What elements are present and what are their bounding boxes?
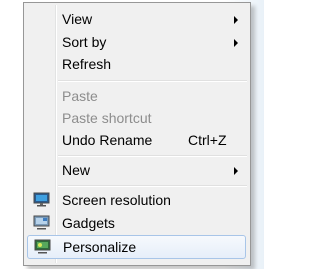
gadgets-icon [33, 215, 50, 230]
menu-item-sort-by[interactable]: Sort by [27, 31, 246, 53]
submenu-arrow-icon [234, 39, 238, 47]
menu-item-label: New [62, 162, 91, 178]
menu-item-label: Personalize [63, 239, 137, 255]
menu-item-screen-resolution[interactable]: Screen resolution [27, 189, 246, 211]
keyboard-shortcut: Ctrl+Z [188, 132, 227, 148]
menu-item-undo-rename[interactable]: Undo Rename Ctrl+Z [27, 129, 246, 151]
menu-item-label: Gadgets [62, 215, 115, 231]
menu-item-paste-shortcut[interactable]: Paste shortcut [27, 107, 246, 129]
menu-item-view[interactable]: View [27, 8, 246, 30]
menu-item-label: Paste [62, 88, 98, 104]
menu-item-new[interactable]: New [27, 159, 246, 181]
menu-separator [58, 185, 247, 187]
menu-item-label: Refresh [62, 56, 112, 72]
menu-item-gadgets[interactable]: Gadgets [27, 212, 246, 234]
menu-item-label: View [62, 11, 93, 27]
menu-item-label: Sort by [62, 34, 107, 50]
desktop-context-menu: View Sort by Refresh Paste Paste shortcu… [23, 2, 251, 266]
menu-item-label: Paste shortcut [62, 110, 152, 126]
menu-item-label: Screen resolution [62, 192, 171, 208]
personalize-icon [34, 239, 51, 254]
menu-separator [58, 155, 247, 157]
submenu-arrow-icon [234, 167, 238, 175]
menu-item-personalize[interactable]: Personalize [27, 235, 246, 259]
menu-item-label: Undo Rename [62, 132, 153, 148]
menu-item-paste[interactable]: Paste [27, 85, 246, 107]
monitor-icon [33, 192, 50, 207]
menu-separator [58, 80, 247, 82]
submenu-arrow-icon [234, 16, 238, 24]
menu-item-refresh[interactable]: Refresh [27, 53, 246, 75]
